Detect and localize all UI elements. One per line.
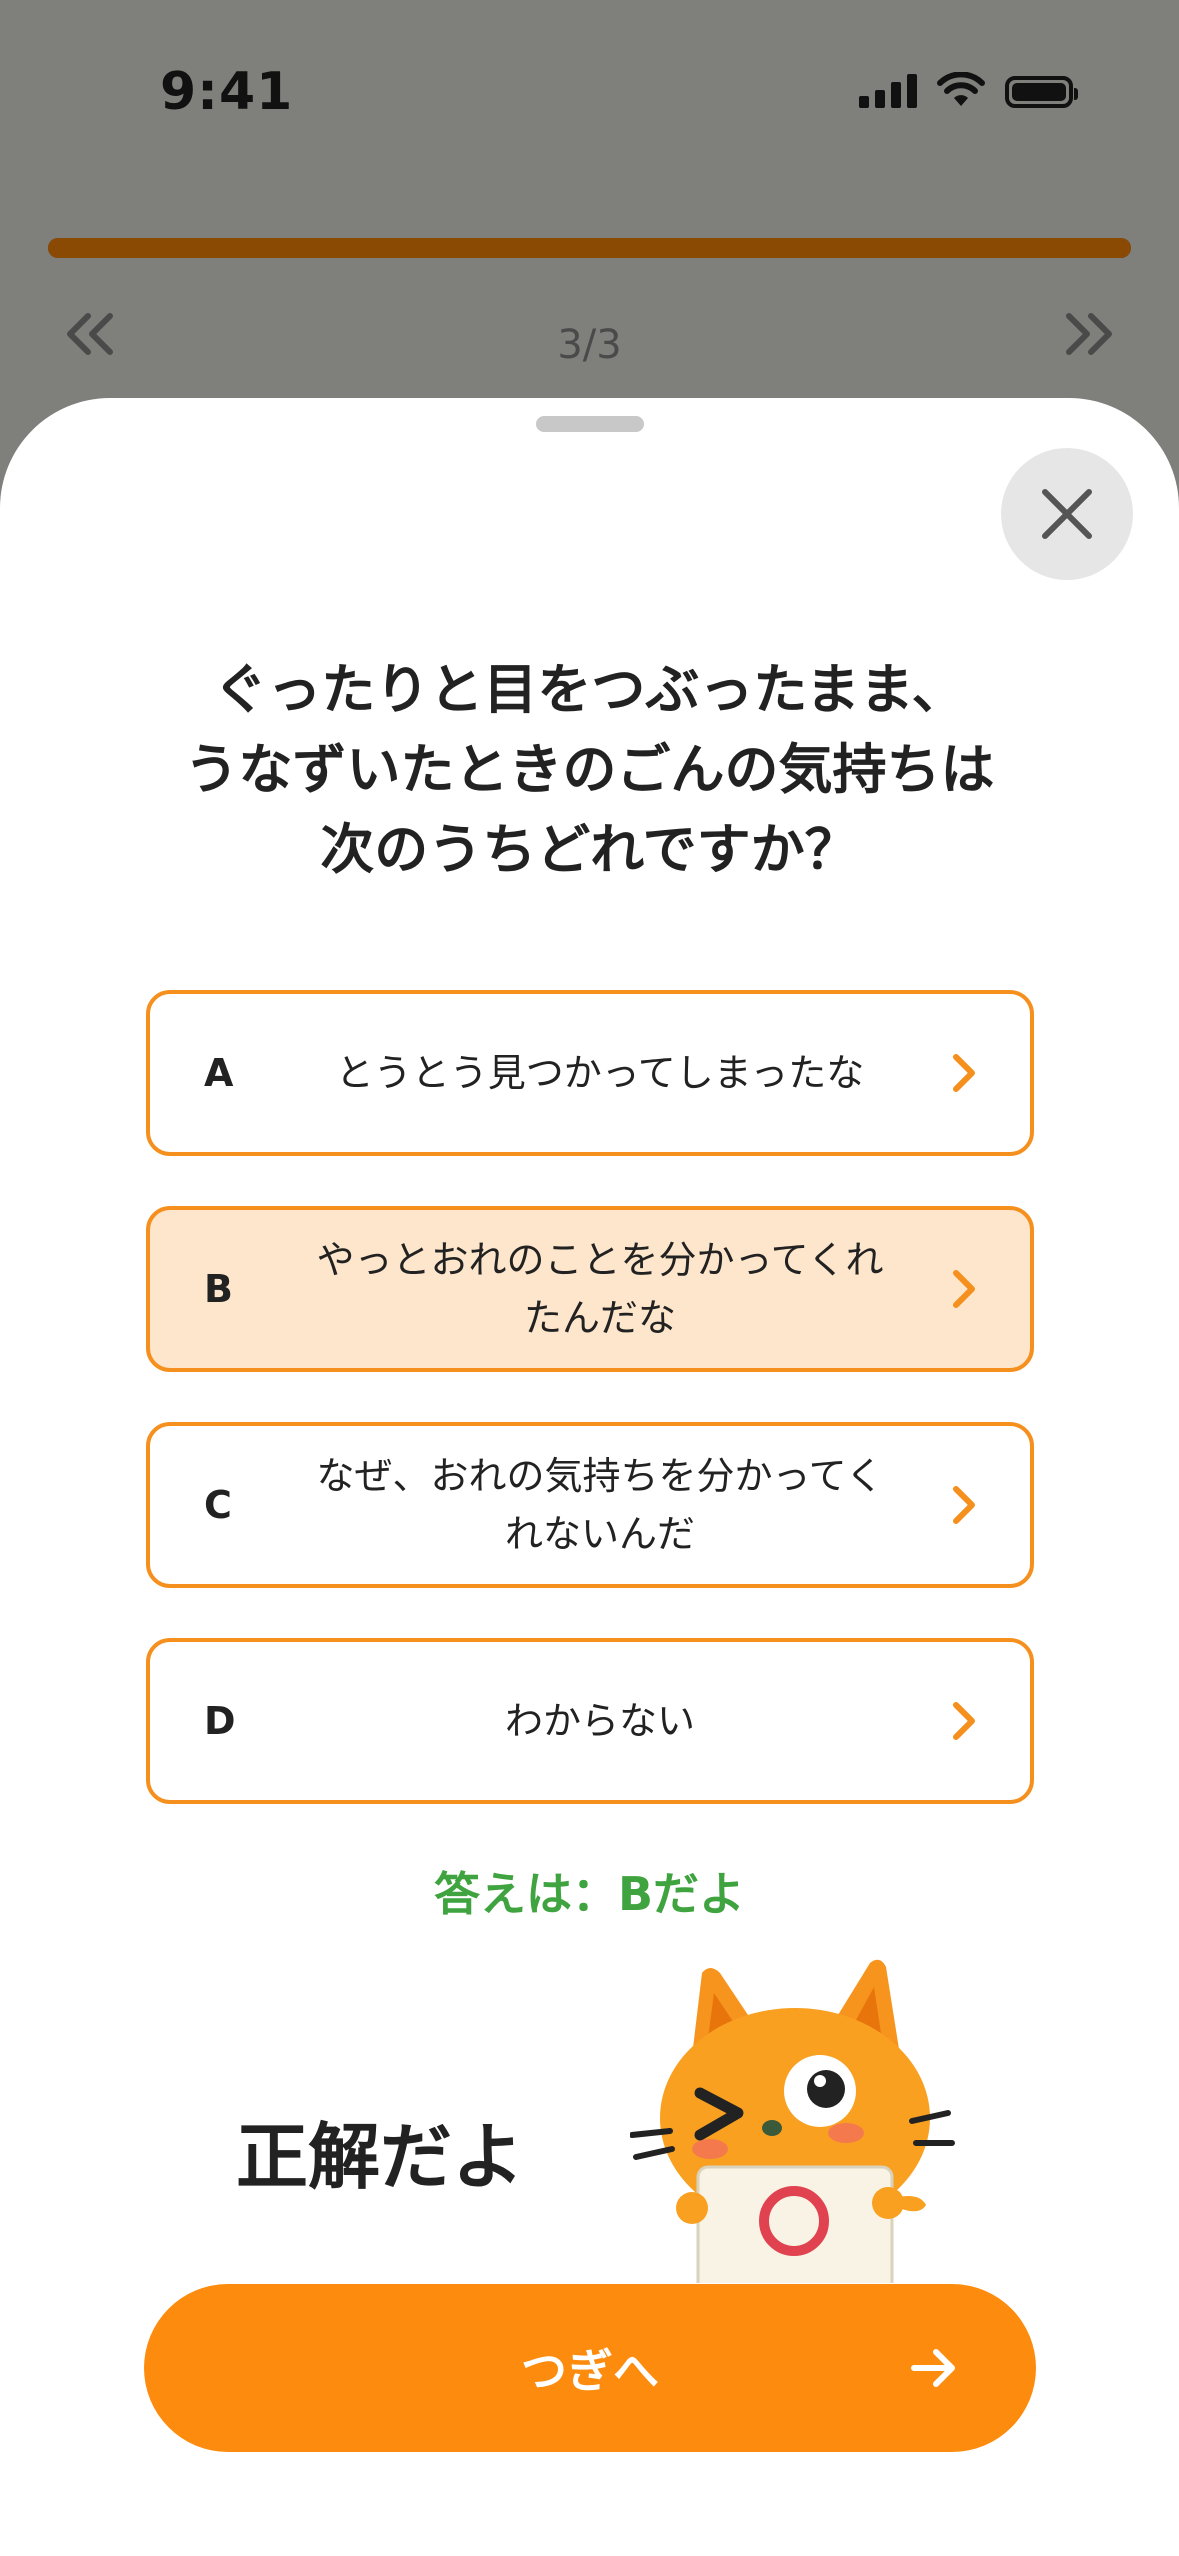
option-letter: C (204, 1483, 232, 1527)
option-text: とうとう見つかってしまったな (335, 1051, 865, 1095)
chevron-right-icon (920, 1699, 1030, 1743)
quiz-progress-bar (48, 238, 1131, 258)
option-letter: D (204, 1699, 236, 1743)
page-counter: 3/3 (557, 322, 622, 368)
close-icon (1042, 489, 1092, 539)
arrow-right-icon (911, 2349, 955, 2387)
option-a[interactable]: A とうとう見つかってしまったな (146, 990, 1034, 1156)
result-text: 正解だよ (236, 2115, 525, 2199)
quiz-screen: 9:41 3/3 ぐったりと目をつぶったまま、 うなずいたときのごんの気持ちは … (0, 0, 1179, 2556)
status-time: 9:41 (160, 62, 294, 122)
cat-mascot-illustration (630, 1959, 955, 2283)
next-button[interactable]: つぎへ (144, 2284, 1036, 2452)
option-text: やっとおれのことを分かってくれ たんだな (316, 1238, 884, 1340)
cellular-signal-icon (859, 72, 917, 108)
option-letter: A (204, 1051, 234, 1095)
close-button[interactable] (1001, 448, 1133, 580)
wifi-icon (937, 72, 985, 106)
sheet-grabber[interactable] (536, 416, 644, 432)
chevron-right-icon (920, 1483, 1030, 1527)
quiz-progress-fill (48, 238, 1131, 258)
option-letter: B (204, 1267, 233, 1311)
option-text: わからない (504, 1699, 695, 1743)
double-chevron-right-icon (1066, 313, 1112, 355)
answer-text: 答えは：Bだよ (433, 1867, 746, 1921)
next-question-button[interactable] (1059, 305, 1119, 369)
chevron-right-icon (920, 1267, 1030, 1311)
question-text: ぐったりと目をつぶったまま、 うなずいたときのごんの気持ちは 次のうちどれですか… (184, 658, 995, 881)
option-text: なぜ、おれの気持ちを分かってく れないんだ (316, 1454, 884, 1556)
option-b[interactable]: B やっとおれのことを分かってくれ たんだな (146, 1206, 1034, 1372)
battery-icon (1005, 76, 1078, 108)
answer-sheet: ぐったりと目をつぶったまま、 うなずいたときのごんの気持ちは 次のうちどれですか… (0, 398, 1179, 2556)
next-button-label: つぎへ (521, 2344, 659, 2398)
option-c[interactable]: C なぜ、おれの気持ちを分かってく れないんだ (146, 1422, 1034, 1588)
option-d[interactable]: D わからない (146, 1638, 1034, 1804)
chevron-right-icon (920, 1051, 1030, 1095)
status-icons (859, 72, 1078, 108)
